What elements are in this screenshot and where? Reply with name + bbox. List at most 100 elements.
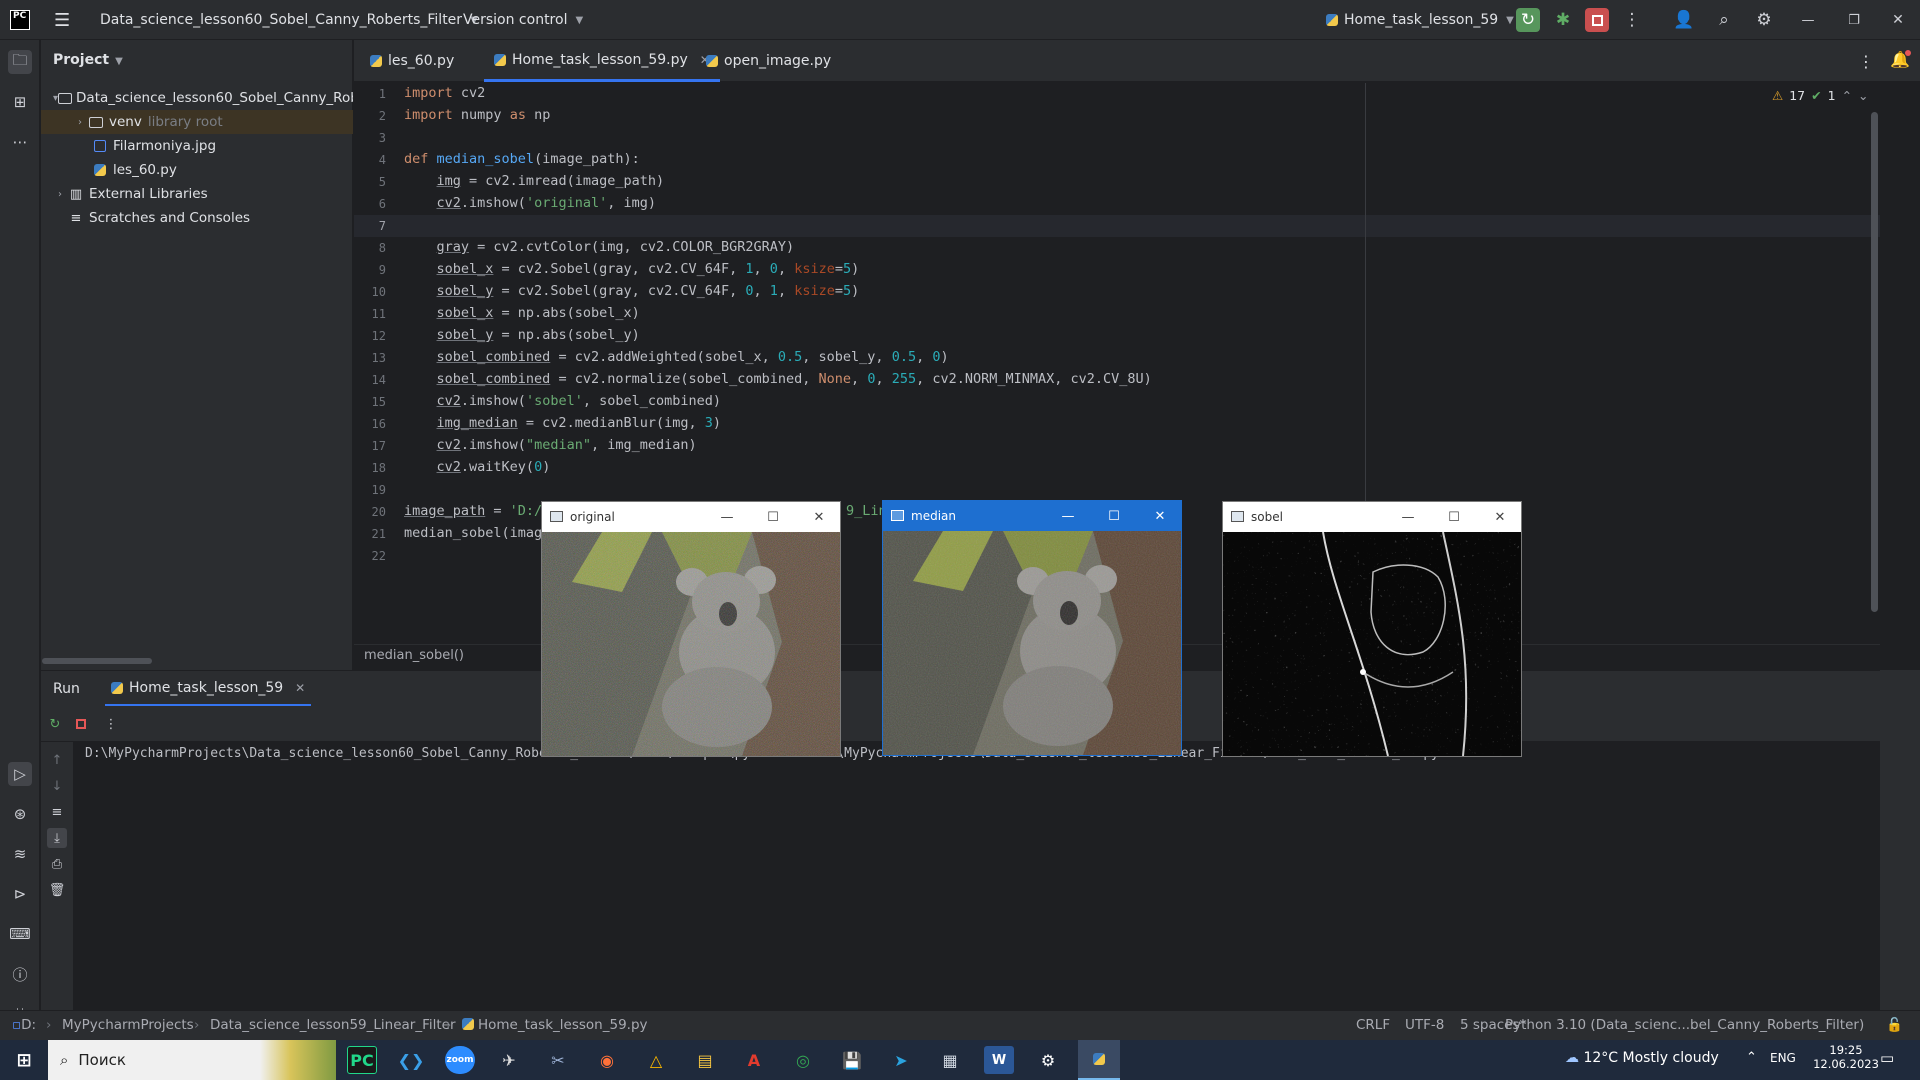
cv-window-sobel[interactable]: sobel — ☐ ✕: [1222, 501, 1522, 757]
layers-icon[interactable]: ≋: [8, 842, 32, 866]
cv-window-median[interactable]: median — ☐ ✕: [882, 500, 1182, 756]
calculator-icon[interactable]: ▦: [935, 1046, 965, 1074]
line-number: 1: [378, 87, 386, 101]
tree-item-les60[interactable]: les_60.py: [41, 158, 353, 182]
scroll-to-end-icon[interactable]: ⤓: [47, 828, 67, 848]
tree-item-filarmoniya[interactable]: Filarmoniya.jpg: [41, 134, 353, 158]
structure-icon[interactable]: ⊞: [8, 90, 32, 114]
stop-icon[interactable]: [71, 714, 91, 734]
run-tab-home-task[interactable]: Home_task_lesson_59 ✕: [105, 671, 312, 707]
rerun-icon[interactable]: ↻: [45, 714, 65, 734]
snipping-tool-icon[interactable]: ✂: [543, 1046, 573, 1074]
chevron-right-icon: ›: [78, 116, 82, 128]
cv-window-titlebar[interactable]: median: [883, 501, 1181, 531]
arrow-up-icon[interactable]: ↑: [47, 750, 67, 770]
project-horizontal-scrollbar[interactable]: [42, 658, 152, 664]
python-taskbar-icon[interactable]: [1078, 1040, 1120, 1080]
project-folder-icon[interactable]: 🗀: [8, 50, 32, 74]
search-icon[interactable]: ⌕: [1712, 8, 1736, 32]
word-icon[interactable]: W: [984, 1046, 1014, 1074]
tab-home-task-lesson-59[interactable]: Home_task_lesson_59.py ✕: [484, 40, 720, 82]
main-menu-icon[interactable]: ☰: [54, 0, 70, 40]
telegram-icon[interactable]: ➤: [886, 1046, 916, 1074]
pycharm-logo[interactable]: PC: [10, 0, 30, 40]
weather-widget[interactable]: ☁ 12°C Mostly cloudy: [1565, 1050, 1719, 1066]
game-icon[interactable]: ✈: [494, 1046, 524, 1074]
cv-window-titlebar[interactable]: original: [542, 502, 840, 532]
tree-item-external-libraries[interactable]: › ▥ External Libraries: [41, 182, 353, 206]
tab-les-60[interactable]: les_60.py: [360, 40, 464, 82]
zoom-icon[interactable]: zoom: [445, 1046, 475, 1074]
settings-gear-icon[interactable]: ⚙: [1752, 8, 1776, 32]
cv-window-titlebar[interactable]: sobel: [1223, 502, 1521, 532]
stop-icon[interactable]: [1585, 8, 1609, 32]
windows-start-icon[interactable]: ⊞: [9, 1046, 39, 1074]
status-line-separator[interactable]: CRLF: [1356, 1017, 1390, 1033]
tree-item-root[interactable]: ▾ Data_science_lesson60_Sobel_Canny_Rob: [41, 86, 353, 110]
pycharm-taskbar-icon[interactable]: PC: [347, 1046, 377, 1074]
close-icon[interactable]: ✕: [1150, 506, 1170, 526]
debug-icon[interactable]: ✱: [1551, 8, 1575, 32]
minimize-icon[interactable]: —: [1058, 506, 1078, 526]
restore-icon[interactable]: ❐: [1842, 8, 1866, 32]
tab-open-image[interactable]: open_image.py: [696, 40, 841, 82]
minimize-icon[interactable]: —: [1398, 507, 1418, 527]
project-panel-header[interactable]: Project ▼: [53, 52, 123, 68]
maximize-icon[interactable]: ☐: [1104, 506, 1124, 526]
tree-item-venv[interactable]: › venv library root: [41, 110, 353, 134]
inspection-widget[interactable]: ⚠ 17 ✔ 1 ⌃ ⌄: [1772, 88, 1869, 103]
trash-icon[interactable]: 🗑: [47, 880, 67, 900]
python-console-icon[interactable]: ⊛: [8, 802, 32, 826]
cv-window-original[interactable]: original — ☐ ✕: [541, 501, 841, 757]
tab-options-icon[interactable]: ⋮: [1848, 40, 1884, 82]
print-icon[interactable]: ⎙: [47, 854, 67, 874]
save-app-icon[interactable]: 💾: [837, 1046, 867, 1074]
chevron-up-icon[interactable]: ⌃: [1842, 88, 1852, 103]
run-tool-icon[interactable]: ▷: [8, 762, 32, 786]
vcs-menu[interactable]: Version control ▼: [463, 0, 583, 40]
terminal-icon[interactable]: ⌨: [8, 922, 32, 946]
close-icon[interactable]: ✕: [1490, 507, 1510, 527]
taskbar-search-input[interactable]: ⌕ Поиск: [48, 1040, 336, 1080]
soft-wrap-icon[interactable]: ≡: [47, 802, 67, 822]
problems-icon[interactable]: ⓘ: [8, 962, 32, 986]
chrome-icon[interactable]: ◎: [788, 1046, 818, 1074]
arrow-down-icon[interactable]: ↓: [47, 776, 67, 796]
minimize-icon[interactable]: —: [1796, 8, 1820, 32]
tree-item-scratches[interactable]: ≡ Scratches and Consoles: [41, 206, 353, 230]
project-switcher[interactable]: Data_science_lesson60_Sobel_Canny_Robert…: [100, 0, 478, 40]
more-actions-icon[interactable]: ⋮: [101, 714, 121, 734]
lock-icon[interactable]: 🔓: [1886, 1017, 1903, 1033]
chevron-up-icon[interactable]: ⌃: [1746, 1050, 1757, 1065]
file-explorer-icon[interactable]: ▤: [690, 1046, 720, 1074]
run-console[interactable]: D:\MyPycharmProjects\Data_science_lesson…: [73, 742, 1880, 1010]
firefox-icon[interactable]: ◉: [592, 1046, 622, 1074]
clock[interactable]: 19:25 12.06.2023: [1808, 1043, 1884, 1071]
status-drive[interactable]: ▫D:: [12, 1017, 36, 1033]
language-indicator[interactable]: ENG: [1770, 1051, 1796, 1065]
maximize-icon[interactable]: ☐: [1444, 507, 1464, 527]
vscode-icon[interactable]: ❮❯: [396, 1046, 426, 1074]
settings-gear-icon[interactable]: ⚙: [1033, 1046, 1063, 1074]
run-config-selector[interactable]: Home_task_lesson_59 ▼: [1326, 0, 1514, 40]
more-tools-icon[interactable]: ⋯: [8, 130, 32, 154]
status-interpreter[interactable]: Python 3.10 (Data_scienc...bel_Canny_Rob…: [1505, 1017, 1864, 1033]
services-icon[interactable]: ⊳: [8, 882, 32, 906]
notification-center-icon[interactable]: ▭: [1880, 1049, 1894, 1067]
close-icon[interactable]: ✕: [295, 681, 305, 695]
close-icon[interactable]: ✕: [809, 507, 829, 527]
more-actions-icon[interactable]: ⋮: [1620, 8, 1644, 32]
warning-app-icon[interactable]: △: [641, 1046, 671, 1074]
status-path-1[interactable]: MyPycharmProjects: [62, 1017, 194, 1033]
add-user-icon[interactable]: 👤: [1672, 8, 1696, 32]
chevron-down-icon[interactable]: ⌄: [1858, 88, 1868, 103]
status-path-2[interactable]: Data_science_lesson59_Linear_Filter: [210, 1017, 456, 1033]
editor-vertical-scrollbar[interactable]: [1871, 112, 1878, 612]
rerun-icon[interactable]: ↻: [1516, 8, 1540, 32]
maximize-icon[interactable]: ☐: [763, 507, 783, 527]
status-encoding[interactable]: UTF-8: [1405, 1017, 1444, 1033]
status-file[interactable]: Home_task_lesson_59.py: [462, 1017, 648, 1033]
close-icon[interactable]: ✕: [1886, 8, 1910, 32]
minimize-icon[interactable]: —: [717, 507, 737, 527]
acrobat-icon[interactable]: A: [739, 1046, 769, 1074]
